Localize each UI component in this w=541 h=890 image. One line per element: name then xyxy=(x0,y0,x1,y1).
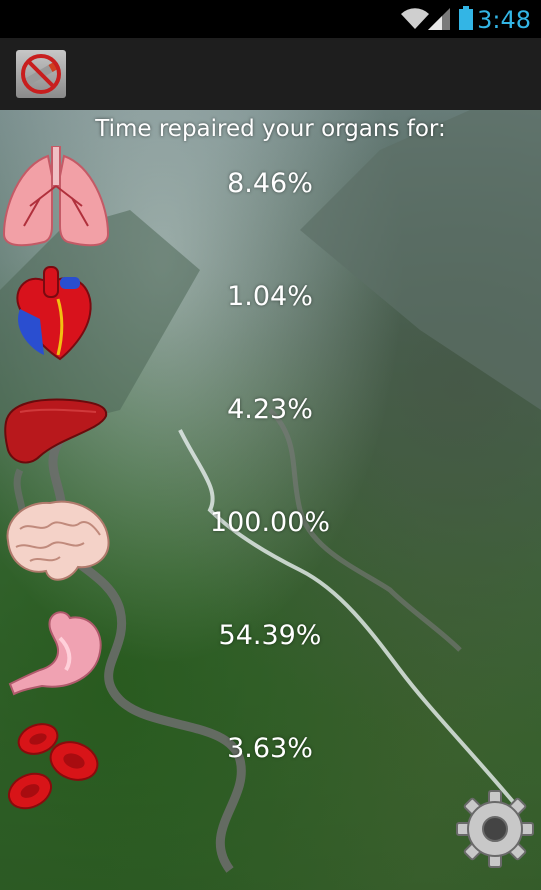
blood-cells-icon xyxy=(7,723,99,810)
organ-row-lungs: 8.46% xyxy=(0,146,541,259)
gear-icon[interactable] xyxy=(456,790,534,868)
organ-row-stomach: 54.39% xyxy=(0,598,541,711)
no-smoking-icon[interactable] xyxy=(16,50,66,98)
liver-icon xyxy=(4,398,108,464)
brain-icon xyxy=(6,500,110,581)
status-bar: 3:48 xyxy=(0,0,541,38)
liver-value: 4.23% xyxy=(227,394,313,425)
heart-icon xyxy=(16,266,92,361)
status-time: 3:48 xyxy=(477,6,531,34)
organ-row-heart: 1.04% xyxy=(0,259,541,372)
main-content: Time repaired your organs for: 8.46% 1.0… xyxy=(0,110,541,890)
page-title: Time repaired your organs for: xyxy=(95,116,446,142)
lungs-value: 8.46% xyxy=(227,168,313,199)
stomach-icon xyxy=(8,611,102,696)
wifi-icon xyxy=(401,8,429,29)
signal-icon xyxy=(428,8,450,30)
battery-icon xyxy=(459,6,473,30)
organ-row-brain: 100.00% xyxy=(0,485,541,598)
lungs-icon xyxy=(2,146,110,247)
heart-value: 1.04% xyxy=(227,281,313,312)
blood-value: 3.63% xyxy=(227,733,313,764)
organ-row-liver: 4.23% xyxy=(0,372,541,485)
action-bar xyxy=(0,38,541,110)
stomach-value: 54.39% xyxy=(218,620,322,651)
brain-value: 100.00% xyxy=(209,507,331,538)
